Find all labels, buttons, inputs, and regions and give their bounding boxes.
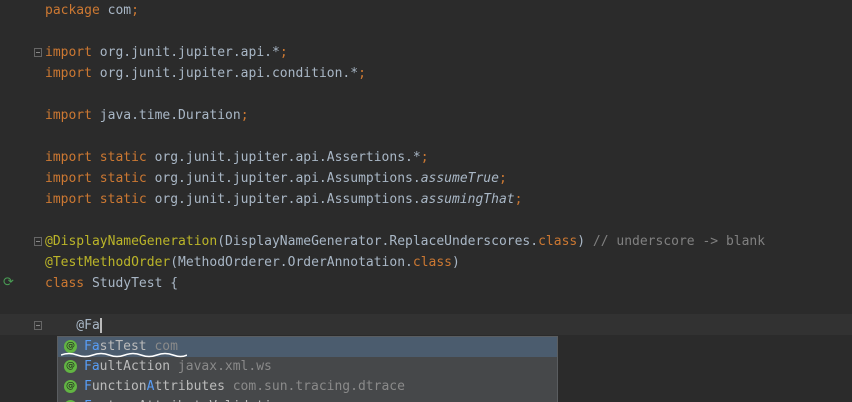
code-token: package	[45, 3, 100, 18]
code-token: org.junit.jupiter.api.Assumptions.	[146, 192, 421, 207]
fold-marker-icon[interactable]	[34, 321, 42, 330]
code-token: ;	[240, 108, 249, 123]
code-line[interactable]: import java.time.Duration;	[45, 105, 249, 126]
code-token: assumeTrue	[420, 171, 499, 186]
fold-marker-icon[interactable]	[34, 237, 42, 246]
code-token: ;	[358, 66, 366, 81]
code-token: )	[452, 255, 460, 270]
code-token: @DisplayNameGeneration	[45, 234, 218, 249]
autocomplete-package: javax.xml.ws	[170, 359, 272, 374]
code-token: ;	[514, 192, 523, 207]
autocomplete-popup[interactable]: @ FastTest com @ FaultAction javax.xml.ws @ F…	[57, 336, 558, 402]
code-line[interactable]: import org.junit.jupiter.api.condition.*…	[45, 63, 366, 84]
run-rerun-icon[interactable]: ⟳	[3, 276, 17, 290]
code-token: ;	[498, 171, 507, 186]
annotation-type-icon: @	[64, 380, 77, 393]
autocomplete-text: Fa	[84, 359, 100, 374]
annotation-type-icon: @	[64, 360, 77, 373]
autocomplete-text: ttributes	[154, 379, 225, 394]
current-line-highlight	[0, 314, 852, 335]
code-token: import	[45, 66, 92, 81]
code-line[interactable]: @DisplayNameGeneration(DisplayNameGenera…	[45, 231, 765, 252]
code-line[interactable]: @TestMethodOrder(MethodOrderer.OrderAnno…	[45, 252, 460, 273]
code-token: class	[412, 255, 453, 270]
spelling-squiggle	[61, 352, 187, 358]
fold-marker-icon[interactable]	[34, 48, 42, 57]
text-caret	[99, 318, 102, 333]
code-token: (MethodOrderer.OrderAnnotation.	[170, 255, 413, 270]
code-token: org.junit.jupiter.api.*	[91, 45, 280, 60]
code-line[interactable]: import static org.junit.jupiter.api.Assu…	[45, 168, 507, 189]
code-token: import static	[45, 192, 147, 207]
code-token: @TestMethodOrder	[45, 255, 171, 270]
code-token: class	[538, 234, 578, 249]
code-token: StudyTest {	[84, 276, 179, 291]
code-token: class	[45, 276, 85, 291]
code-token: import	[45, 45, 92, 60]
autocomplete-text: F	[84, 379, 92, 394]
code-token: )	[577, 234, 593, 249]
code-token: import	[45, 108, 92, 123]
code-token: ;	[131, 3, 139, 18]
code-token: org.junit.jupiter.api.condition.*	[91, 66, 359, 81]
code-token: (DisplayNameGenerator.ReplaceUnderscores…	[217, 234, 539, 249]
code-token: org.junit.jupiter.api.Assertions.*	[146, 150, 421, 165]
autocomplete-text: ultAction	[99, 359, 171, 374]
autocomplete-item[interactable]: @FeatureAttributeValidation ...	[58, 397, 557, 402]
code-line[interactable]: class StudyTest {	[45, 273, 178, 294]
code-token: ;	[420, 150, 429, 165]
code-token: import static	[45, 171, 147, 186]
code-token: java.time.Duration	[91, 108, 241, 123]
code-token: @Fa	[45, 318, 100, 333]
code-token: ;	[279, 45, 288, 60]
code-token: // underscore -> blank	[592, 234, 766, 249]
code-token: com	[99, 3, 132, 18]
autocomplete-package: com.sun.tracing.dtrace	[224, 379, 405, 394]
code-line[interactable]: @Fa	[45, 315, 102, 336]
code-line[interactable]: import static org.junit.jupiter.api.Asse…	[45, 147, 429, 168]
code-line[interactable]: import static org.junit.jupiter.api.Assu…	[45, 189, 522, 210]
autocomplete-item[interactable]: @ FunctionAttributes com.sun.tracing.dtra…	[58, 377, 557, 397]
code-token: assumingThat	[420, 192, 515, 207]
code-token: import static	[45, 150, 147, 165]
code-line[interactable]: import org.junit.jupiter.api.*;	[45, 42, 288, 63]
autocomplete-text: unction	[91, 379, 147, 394]
autocomplete-item[interactable]: @ FaultAction javax.xml.ws	[58, 357, 557, 377]
editor-gutter	[0, 0, 44, 402]
code-token: org.junit.jupiter.api.Assumptions.	[146, 171, 421, 186]
code-line[interactable]: package com;	[45, 0, 139, 21]
